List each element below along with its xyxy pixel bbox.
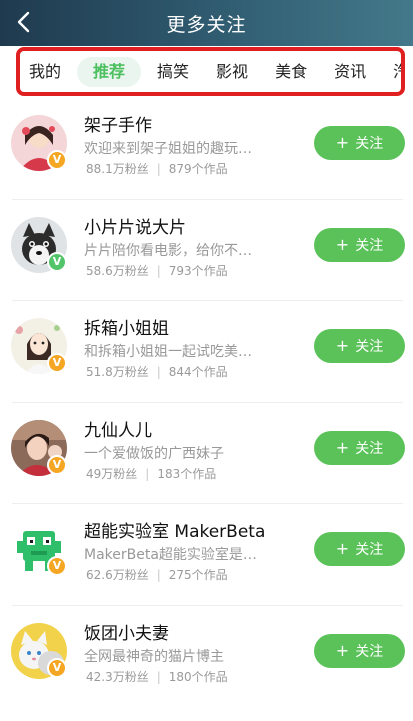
plus-icon: +: [335, 336, 350, 355]
fans-count: 88.1万粉丝: [86, 162, 149, 176]
back-button[interactable]: [6, 5, 40, 39]
creator-name[interactable]: 九仙人儿: [84, 416, 152, 441]
top-bar: 更多关注: [0, 0, 413, 46]
fans-count: 49万粉丝: [86, 466, 138, 481]
follow-label: 关注: [355, 136, 384, 152]
tab-news[interactable]: 资讯: [323, 57, 377, 87]
follow-button[interactable]: + 关注: [314, 633, 405, 668]
verified-badge: V: [47, 150, 67, 170]
plus-icon: +: [335, 437, 350, 457]
tab-recommended[interactable]: 推荐: [77, 56, 142, 87]
fans-count: 62.6万粉丝: [86, 568, 149, 582]
follow-label: 关注: [355, 237, 384, 254]
verified-badge: V: [47, 556, 67, 576]
tab-mine[interactable]: 我的: [20, 57, 72, 87]
plus-icon: +: [335, 640, 350, 660]
follow-button[interactable]: + 关注: [314, 532, 405, 566]
tab-movies[interactable]: 影视: [205, 57, 259, 87]
fans-count: 58.6万粉丝: [86, 263, 149, 278]
verified-badge: V: [47, 251, 67, 272]
creator-list: V 架子手作 欢迎来到架子姐姐的趣玩… 88.1万粉丝 | 879个作品 + 关注: [0, 98, 413, 707]
tab-cars[interactable]: 汽: [382, 57, 401, 87]
tab-funny[interactable]: 搞笑: [146, 57, 200, 87]
creator-stats: 62.6万粉丝 | 275个作品: [86, 568, 228, 582]
verified-badge: V: [47, 657, 67, 678]
creator-description: 全网最神奇的猫片博主: [84, 648, 224, 665]
fans-count: 51.8万粉丝: [86, 365, 149, 379]
follow-button[interactable]: + 关注: [314, 227, 405, 262]
creator-stats: 88.1万粉丝 | 879个作品: [86, 162, 228, 176]
follow-button[interactable]: + 关注: [314, 329, 405, 363]
creator-description: MakerBeta超能实验室是…: [84, 547, 257, 563]
works-count: 793个作品: [168, 263, 228, 278]
page-title: 更多关注: [166, 13, 247, 36]
works-count: 879个作品: [168, 162, 228, 176]
works-count: 180个作品: [168, 669, 228, 684]
creator-name[interactable]: 小片片说大片: [84, 213, 186, 238]
works-count: 183个作品: [157, 466, 217, 481]
creator-stats: 51.8万粉丝 | 844个作品: [86, 365, 228, 379]
plus-icon: +: [335, 539, 350, 558]
tab-food[interactable]: 美食: [264, 57, 318, 87]
list-item: V 饭团小夫妻 全网最神奇的猫片博主 42.3万粉丝 | 180个作品 + 关注: [0, 606, 413, 708]
list-item: V 架子手作 欢迎来到架子姐姐的趣玩… 88.1万粉丝 | 879个作品 + 关注: [0, 98, 413, 200]
list-item: V 九仙人儿 一个爱做饭的广西妹子 49万粉丝 | 183个作品 + 关注: [0, 403, 413, 505]
verified-badge: V: [47, 454, 67, 475]
category-tabs: 我的 推荐 搞笑 影视 美食 资讯 汽: [16, 47, 405, 96]
follow-label: 关注: [355, 440, 384, 457]
follow-label: 关注: [355, 339, 384, 355]
creator-name[interactable]: 拆箱小姐姐: [84, 314, 169, 339]
creator-description: 欢迎来到架子姐姐的趣玩…: [84, 141, 252, 157]
verified-badge: V: [47, 353, 67, 373]
creator-description: 片片陪你看电影，给你不…: [84, 242, 252, 259]
works-count: 275个作品: [168, 568, 228, 582]
list-item: V 超能实验室 MakerBeta MakerBeta超能实验室是… 62.6万…: [0, 504, 413, 606]
plus-icon: +: [335, 133, 350, 152]
works-count: 844个作品: [168, 365, 228, 379]
list-item: V 小片片说大片 片片陪你看电影，给你不… 58.6万粉丝 | 793个作品 + 关注: [0, 200, 413, 302]
creator-name[interactable]: 饭团小夫妻: [84, 619, 169, 644]
follow-label: 关注: [355, 542, 384, 558]
creator-name[interactable]: 架子手作: [84, 111, 152, 136]
fans-count: 42.3万粉丝: [86, 669, 149, 684]
creator-description: 和拆箱小姐姐一起试吃美…: [84, 344, 252, 360]
plus-icon: +: [335, 234, 350, 254]
creator-stats: 49万粉丝 | 183个作品: [86, 466, 217, 481]
list-item: V 拆箱小姐姐 和拆箱小姐姐一起试吃美… 51.8万粉丝 | 844个作品 + 关注: [0, 301, 413, 403]
category-tabs-bar: 我的 推荐 搞笑 影视 美食 资讯 汽: [0, 46, 413, 98]
follow-button[interactable]: + 关注: [314, 430, 405, 465]
creator-description: 一个爱做饭的广西妹子: [84, 445, 224, 462]
follow-button[interactable]: + 关注: [314, 126, 405, 160]
follow-label: 关注: [355, 643, 384, 660]
creator-stats: 58.6万粉丝 | 793个作品: [86, 263, 228, 278]
creator-stats: 42.3万粉丝 | 180个作品: [86, 669, 228, 684]
creator-name[interactable]: 超能实验室 MakerBeta: [84, 517, 265, 542]
chevron-left-icon: [17, 11, 30, 33]
